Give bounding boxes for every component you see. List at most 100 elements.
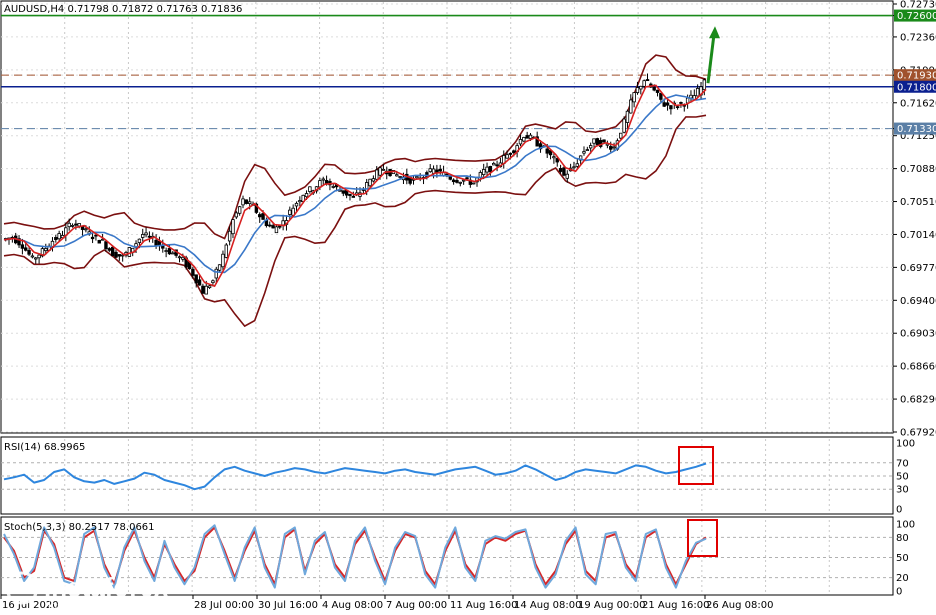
candle-body bbox=[54, 237, 58, 240]
candle-body bbox=[67, 222, 71, 228]
candle-body bbox=[331, 186, 335, 188]
candle-body bbox=[655, 89, 660, 93]
candle-body bbox=[20, 244, 25, 249]
price-tag-label: 0.71330 bbox=[897, 124, 936, 135]
candle-body bbox=[234, 212, 239, 218]
candle-body bbox=[217, 264, 222, 271]
candle-body bbox=[351, 196, 356, 198]
candle-body bbox=[204, 285, 208, 295]
candle-body bbox=[625, 110, 630, 123]
candle-body bbox=[44, 248, 48, 252]
candle-body bbox=[221, 253, 225, 268]
candle-body bbox=[375, 169, 379, 180]
candle-body bbox=[629, 99, 633, 114]
candle-body bbox=[595, 138, 600, 146]
candle-body bbox=[201, 285, 205, 294]
candle-body bbox=[34, 257, 38, 260]
candle-body bbox=[171, 252, 175, 255]
y-tick-label: 0.70510 bbox=[900, 197, 936, 208]
candle-body bbox=[194, 274, 198, 284]
candle-body bbox=[237, 206, 242, 214]
x-tick-label: 28 Jul 00:00 bbox=[194, 600, 254, 611]
price-panel-title: AUDUSD,H4 0.71798 0.71872 0.71763 0.7183… bbox=[4, 4, 242, 15]
candle-body bbox=[308, 186, 312, 192]
candle-body bbox=[37, 254, 41, 259]
candle-body bbox=[127, 247, 132, 257]
x-tick-label: 14 Aug 08:00 bbox=[514, 600, 581, 611]
candle-body bbox=[575, 163, 579, 167]
candle-body bbox=[24, 247, 28, 251]
osc-tick-label: 0 bbox=[896, 587, 902, 598]
candle-body bbox=[471, 182, 476, 185]
candle-body bbox=[294, 202, 299, 207]
candle-body bbox=[288, 209, 292, 215]
candle-body bbox=[455, 180, 459, 183]
candle-body bbox=[247, 201, 252, 204]
candle-body bbox=[622, 118, 626, 133]
candle-body bbox=[378, 167, 382, 176]
rsi-panel: 100 70 50 30 0 RSI(14) 68.9965 bbox=[0, 436, 915, 516]
candle-body bbox=[197, 279, 202, 286]
candle-body bbox=[582, 151, 586, 154]
x-tick-label: 19 Aug 00:00 bbox=[578, 600, 645, 611]
candle-body bbox=[94, 234, 98, 237]
candle-body bbox=[619, 132, 623, 139]
candle-body bbox=[602, 139, 606, 143]
candle-body bbox=[635, 87, 640, 93]
candle-body bbox=[261, 213, 265, 220]
candle-body bbox=[398, 176, 402, 178]
candle-body bbox=[27, 250, 31, 255]
candle-body bbox=[154, 239, 158, 246]
osc-tick-label: 100 bbox=[896, 520, 915, 531]
candle-body bbox=[488, 165, 493, 173]
y-tick-label: 0.70140 bbox=[900, 230, 936, 241]
price-panel: 0.727300.723600.719900.716200.712500.708… bbox=[0, 0, 936, 439]
candle-body bbox=[241, 198, 245, 206]
candle-body bbox=[281, 220, 285, 226]
candle-body bbox=[74, 223, 78, 226]
candle-body bbox=[495, 164, 499, 167]
candle-body bbox=[318, 180, 322, 188]
candle-body bbox=[395, 174, 399, 177]
candle-body bbox=[100, 238, 105, 241]
candle-body bbox=[428, 168, 432, 173]
candle-body bbox=[645, 79, 650, 82]
candle-body bbox=[451, 179, 456, 183]
candle-body bbox=[70, 224, 75, 227]
candle-body bbox=[558, 168, 563, 172]
price-tag-label: 0.71800 bbox=[897, 82, 936, 93]
candle-body bbox=[458, 181, 462, 184]
candle-body bbox=[164, 250, 168, 252]
candle-body bbox=[612, 146, 616, 149]
candle-body bbox=[438, 168, 442, 172]
candle-body bbox=[167, 248, 172, 255]
candle-body bbox=[341, 190, 345, 194]
candle-body bbox=[211, 280, 215, 284]
candle-body bbox=[518, 139, 523, 145]
candle-body bbox=[304, 193, 309, 198]
candle-body bbox=[662, 102, 666, 107]
x-tick-label: 11 Aug 16:00 bbox=[450, 600, 517, 611]
y-tick-label: 0.70880 bbox=[900, 164, 936, 175]
instaforex-logo-core bbox=[16, 582, 28, 594]
y-tick-label: 0.71620 bbox=[900, 98, 936, 109]
candle-body bbox=[592, 138, 596, 144]
candle-body bbox=[481, 169, 486, 176]
candle-body bbox=[191, 268, 195, 276]
candle-body bbox=[97, 239, 101, 244]
candle-body bbox=[572, 166, 576, 169]
candle-body bbox=[177, 256, 182, 259]
osc-tick-label: 20 bbox=[896, 573, 909, 584]
candle-body bbox=[675, 106, 680, 109]
candle-body bbox=[147, 235, 152, 238]
candle-body bbox=[695, 88, 700, 97]
candle-body bbox=[110, 246, 115, 257]
candle-body bbox=[639, 85, 643, 90]
candle-body bbox=[368, 178, 372, 187]
candle-body bbox=[227, 230, 232, 242]
candle-body bbox=[271, 225, 275, 229]
chart-svg: 0.727300.723600.719900.716200.712500.708… bbox=[0, 0, 936, 612]
candle-body bbox=[321, 178, 325, 181]
candle-body bbox=[522, 137, 526, 142]
candle-body bbox=[274, 226, 279, 234]
